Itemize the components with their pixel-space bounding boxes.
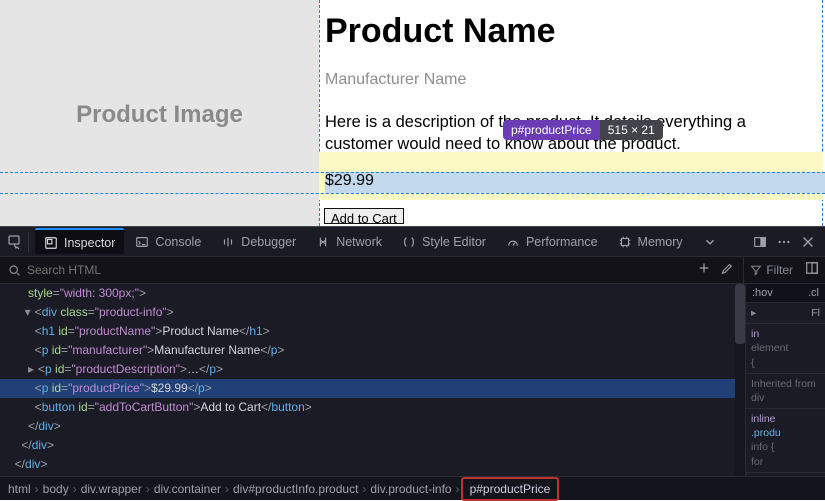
dock-side-icon[interactable] xyxy=(753,235,767,249)
crumb[interactable]: div.product-info xyxy=(370,482,451,496)
rule-text: .produ xyxy=(751,426,820,440)
styles-toggles: :hov .cl xyxy=(746,284,825,303)
crumb[interactable]: html xyxy=(8,482,31,496)
product-price: $29.99 xyxy=(325,172,374,190)
search-html[interactable] xyxy=(0,263,687,277)
pick-element-icon[interactable] xyxy=(6,234,22,250)
inspector-tooltip: p#productPrice 515 × 21 xyxy=(503,120,663,140)
tab-label: Console xyxy=(155,235,201,249)
cls-toggle[interactable]: .cl xyxy=(808,287,819,299)
crumb[interactable]: div.wrapper xyxy=(81,482,142,496)
dom-tree[interactable]: style="width: 300px;"> ▾<div class="prod… xyxy=(0,284,745,476)
styles-block[interactable]: inline .produ info { for xyxy=(746,409,825,473)
devtools-tabs: Inspector Console Debugger Network Style… xyxy=(0,226,825,256)
rule-text: info { xyxy=(751,440,820,454)
crumb-current[interactable]: p#productPrice xyxy=(464,480,557,498)
crumb[interactable]: div.container xyxy=(154,482,221,496)
layout-icon[interactable] xyxy=(799,261,825,280)
tab-memory[interactable]: Memory xyxy=(609,231,692,253)
styles-panel: :hov .cl ▸Fl in element { Inherited from… xyxy=(745,284,825,476)
tab-label: Memory xyxy=(638,235,683,249)
annotation-box xyxy=(503,120,663,140)
dom-line: ▸<p id="productDescription">…</p> xyxy=(0,360,745,379)
devtools-panel: Inspector Console Debugger Network Style… xyxy=(0,226,825,500)
inspector-guide-bottom xyxy=(0,193,825,194)
tab-label: Performance xyxy=(526,235,598,249)
eyedropper-icon[interactable] xyxy=(719,261,733,280)
search-input[interactable] xyxy=(27,263,227,277)
tabs-overflow[interactable] xyxy=(694,231,726,253)
add-element-icon[interactable] xyxy=(697,261,711,280)
styles-block: Inherited from div xyxy=(746,374,825,409)
tab-performance[interactable]: Performance xyxy=(497,231,607,253)
product-info: Product Name Manufacturer Name Here is a… xyxy=(319,0,823,166)
tab-console[interactable]: Console xyxy=(126,231,210,253)
tab-inspector[interactable]: Inspector xyxy=(35,228,124,254)
tab-label: Style Editor xyxy=(422,235,486,249)
inspector-element-highlight xyxy=(325,172,825,193)
toolbar-secondary: Filter xyxy=(0,256,825,284)
dom-line-selected: <p id="productPrice">$29.99</p> xyxy=(0,379,745,398)
dom-line: </div> xyxy=(0,455,745,474)
page-content: Product Image Product Name Manufacturer … xyxy=(0,0,825,226)
dom-line: <h1 id="productName">Product Name</h1> xyxy=(0,322,745,341)
inspector-guide-top xyxy=(0,172,825,173)
hov-toggle[interactable]: :hov xyxy=(752,287,773,299)
crumb[interactable]: div#productInfo.product xyxy=(233,482,358,496)
product-image-label: Product Image xyxy=(76,101,243,129)
dom-line: </div> xyxy=(0,417,745,436)
tab-network[interactable]: Network xyxy=(307,231,391,253)
tab-style-editor[interactable]: Style Editor xyxy=(393,231,495,253)
tab-label: Debugger xyxy=(241,235,296,249)
dom-line: <button id="addToCartButton">Add to Cart… xyxy=(0,398,745,417)
close-icon[interactable] xyxy=(801,235,815,249)
add-to-cart-button[interactable]: Add to Cart xyxy=(324,208,404,224)
dom-line: </div> xyxy=(0,436,745,455)
dom-line: <p id="manufacturer">Manufacturer Name</… xyxy=(0,341,745,360)
scrollbar[interactable] xyxy=(735,284,745,476)
breadcrumbs: html› body› div.wrapper› div.container› … xyxy=(0,476,825,500)
styles-block[interactable]: in element { xyxy=(746,324,825,374)
manufacturer-name: Manufacturer Name xyxy=(325,71,817,89)
kebab-icon[interactable] xyxy=(777,235,791,249)
rule-text: element { xyxy=(751,341,820,369)
tab-label: Network xyxy=(336,235,382,249)
crumb[interactable]: body xyxy=(43,482,69,496)
filter-styles[interactable]: Filter xyxy=(743,257,799,283)
tab-debugger[interactable]: Debugger xyxy=(212,231,305,253)
tab-label: Inspector xyxy=(64,236,115,250)
filter-label: Filter xyxy=(766,263,793,277)
rule-text: inline xyxy=(751,412,820,426)
styles-block[interactable]: ▸Fl xyxy=(746,303,825,324)
scrollbar-thumb[interactable] xyxy=(735,284,745,344)
dom-line: style="width: 300px;"> xyxy=(0,284,745,303)
section-label: Fl xyxy=(811,306,820,320)
product-name: Product Name xyxy=(325,12,817,51)
dom-line: ▾<div class="product-info"> xyxy=(0,303,745,322)
